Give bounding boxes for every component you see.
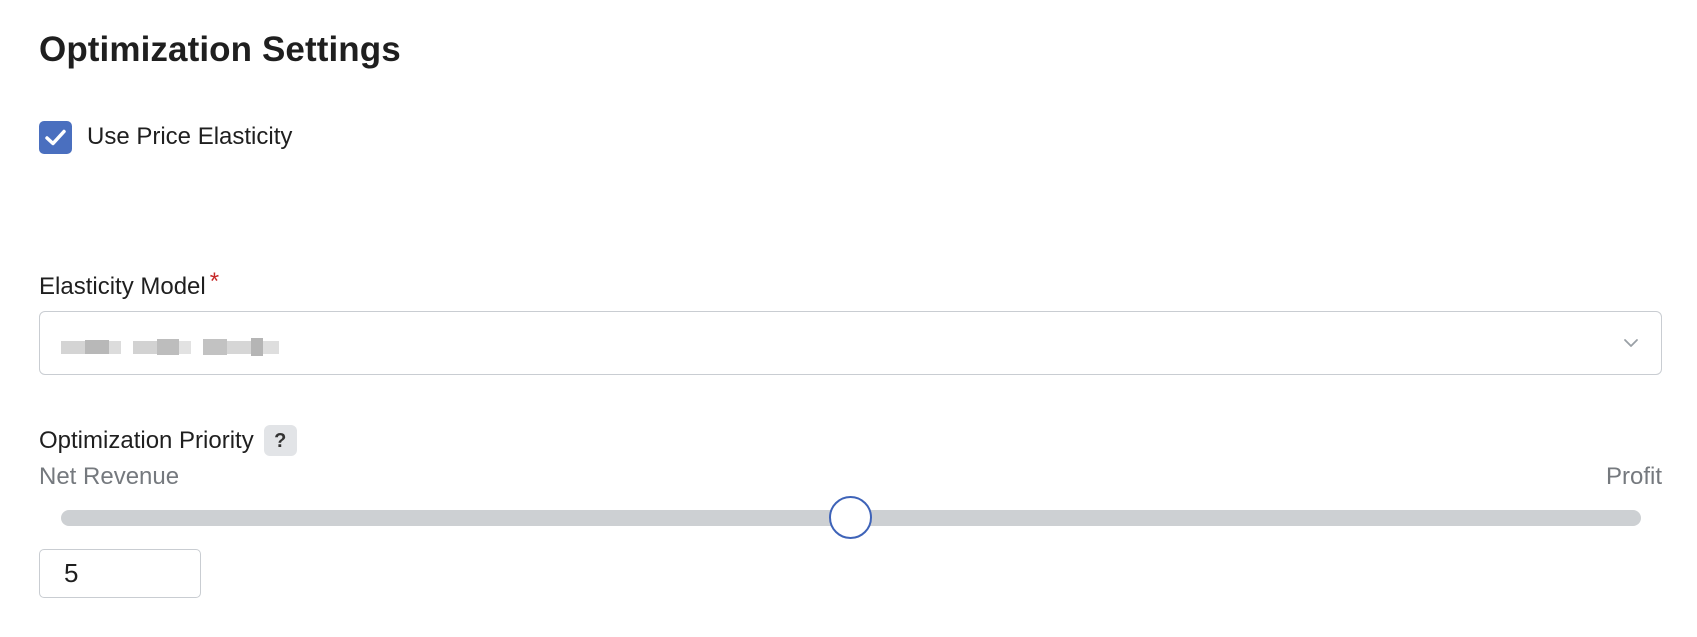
elasticity-model-select[interactable] (39, 311, 1662, 375)
elasticity-model-label-row: Elasticity Model * (39, 268, 219, 302)
optimization-priority-slider-thumb[interactable] (829, 496, 872, 539)
elasticity-model-selected-value-redacted (61, 335, 279, 359)
use-price-elasticity-checkbox[interactable] (39, 120, 72, 154)
checkmark-icon (45, 129, 66, 145)
page-title: Optimization Settings (39, 30, 401, 69)
chevron-down-icon[interactable] (1623, 335, 1639, 351)
slider-max-label: Profit (1605, 463, 1662, 490)
optimization-priority-value-input[interactable] (39, 549, 201, 598)
use-price-elasticity-row[interactable]: Use Price Elasticity (39, 120, 292, 154)
required-marker: * (209, 268, 220, 295)
help-icon[interactable]: ? (263, 425, 297, 456)
elasticity-model-label: Elasticity Model (39, 273, 206, 300)
use-price-elasticity-label[interactable]: Use Price Elasticity (87, 122, 292, 152)
optimization-priority-label: Optimization Priority (39, 426, 254, 454)
optimization-priority-label-row: Optimization Priority ? (39, 425, 297, 456)
slider-min-label: Net Revenue (39, 463, 180, 490)
